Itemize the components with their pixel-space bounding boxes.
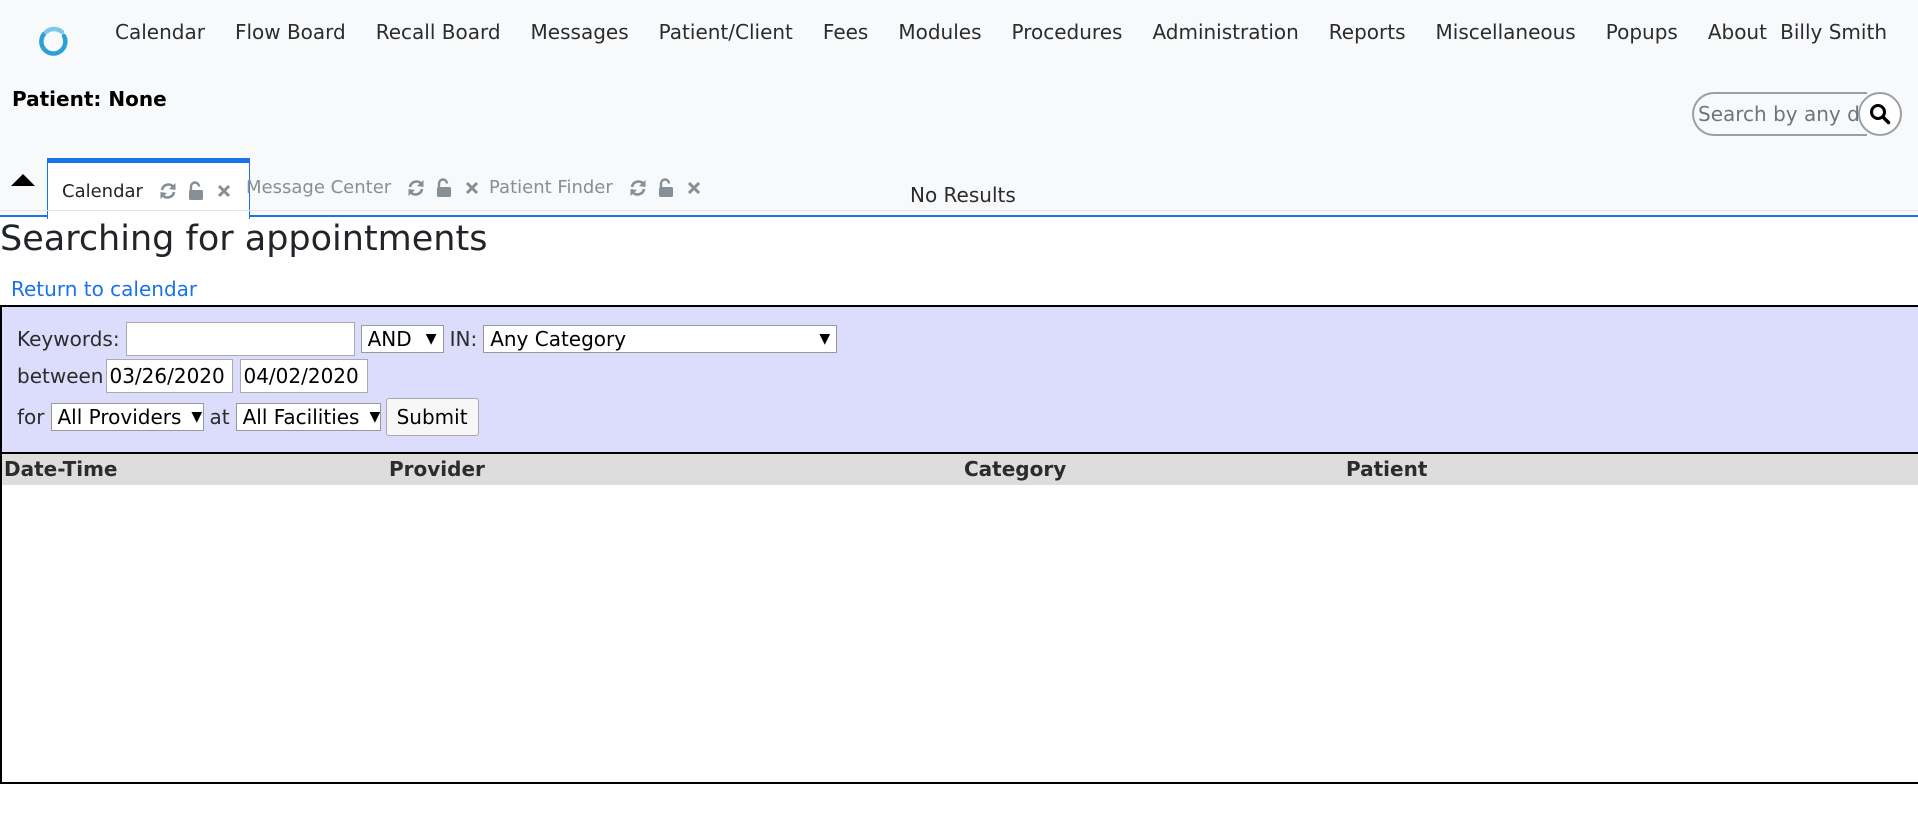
category-value: Any Category <box>490 327 627 351</box>
dropdown-arrow-icon: ▼ <box>425 331 437 347</box>
main-menu: Calendar Flow Board Recall Board Message… <box>100 19 1782 45</box>
provider-facility-row: for All Providers ▼ at All Facilities ▼ … <box>17 398 479 436</box>
keywords-label: Keywords: <box>17 327 120 351</box>
return-to-calendar-link[interactable]: Return to calendar <box>11 276 197 302</box>
dropdown-arrow-icon: ▼ <box>369 409 381 425</box>
menu-item-patient-client[interactable]: Patient/Client <box>644 19 808 45</box>
menu-item-messages[interactable]: Messages <box>516 19 644 45</box>
page-title: Searching for appointments <box>0 219 488 259</box>
appointment-search-panel: Keywords: AND ▼ IN: Any Category ▼ betwe… <box>0 305 1918 784</box>
menu-item-calendar[interactable]: Calendar <box>100 19 220 45</box>
search-icon <box>1870 104 1891 125</box>
operator-select[interactable]: AND ▼ <box>360 325 444 353</box>
patient-search-input[interactable] <box>1692 92 1867 136</box>
menu-item-fees[interactable]: Fees <box>808 19 883 45</box>
keywords-input[interactable] <box>125 322 355 356</box>
provider-value: All Providers <box>57 405 182 429</box>
for-label: for <box>17 405 45 429</box>
menu-item-recall-board[interactable]: Recall Board <box>361 19 516 45</box>
submit-button[interactable]: Submit <box>385 398 479 436</box>
menu-item-reports[interactable]: Reports <box>1314 19 1421 45</box>
column-header-date-time[interactable]: Date-Time <box>4 457 118 481</box>
dropdown-arrow-icon: ▼ <box>819 331 831 347</box>
operator-value: AND <box>367 327 412 351</box>
search-form: Keywords: AND ▼ IN: Any Category ▼ betwe… <box>2 307 1918 452</box>
date-from-input[interactable] <box>106 359 234 393</box>
column-header-category[interactable]: Category <box>964 457 1066 481</box>
at-label: at <box>209 405 230 429</box>
menu-item-miscellaneous[interactable]: Miscellaneous <box>1421 19 1591 45</box>
openemr-logo-icon[interactable] <box>36 26 72 62</box>
user-menu[interactable]: Billy Smith <box>1780 19 1887 45</box>
category-select[interactable]: Any Category ▼ <box>483 325 838 353</box>
column-header-provider[interactable]: Provider <box>389 457 485 481</box>
menu-item-modules[interactable]: Modules <box>883 19 996 45</box>
current-patient-label: Patient: None <box>12 87 167 111</box>
dropdown-arrow-icon: ▼ <box>191 409 203 425</box>
date-to-input[interactable] <box>240 359 369 393</box>
menu-item-procedures[interactable]: Procedures <box>997 19 1138 45</box>
provider-select[interactable]: All Providers ▼ <box>50 403 204 431</box>
column-header-patient[interactable]: Patient <box>1346 457 1427 481</box>
no-results-message: No Results <box>910 183 1016 207</box>
between-label: between <box>17 364 104 388</box>
menu-item-popups[interactable]: Popups <box>1591 19 1693 45</box>
date-range-row: between <box>17 359 369 393</box>
patient-search <box>1692 92 1902 136</box>
table-row: No Results <box>0 178 1918 211</box>
menu-item-flow-board[interactable]: Flow Board <box>220 19 361 45</box>
results-table-header: Date-Time Provider Category Patient <box>2 452 1918 485</box>
menu-item-about[interactable]: About <box>1693 19 1782 45</box>
facility-select[interactable]: All Facilities ▼ <box>235 403 381 431</box>
patient-search-button[interactable] <box>1858 92 1902 136</box>
in-label: IN: <box>449 327 478 351</box>
menu-item-administration[interactable]: Administration <box>1137 19 1313 45</box>
facility-value: All Facilities <box>242 405 360 429</box>
keywords-row: Keywords: AND ▼ IN: Any Category ▼ <box>17 322 838 356</box>
